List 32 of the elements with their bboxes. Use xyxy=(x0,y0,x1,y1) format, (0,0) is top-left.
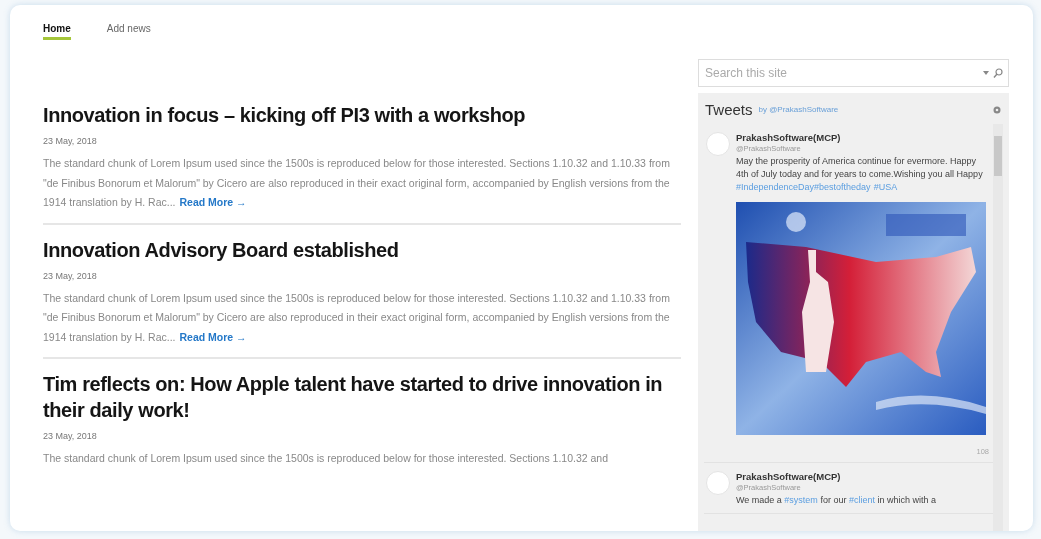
search-icon[interactable] xyxy=(993,68,1003,78)
avatar[interactable] xyxy=(706,471,730,495)
search-field[interactable]: Search this site xyxy=(698,59,1009,87)
tweet-author[interactable]: PrakashSoftware(MCP) xyxy=(736,132,989,143)
read-more-link[interactable]: Read More → xyxy=(179,196,247,208)
article-date: 23 May, 2018 xyxy=(43,431,98,441)
nav-tab[interactable]: Home xyxy=(43,23,71,40)
nav-tab[interactable]: Add news xyxy=(106,23,151,40)
hashtag-link[interactable]: #bestoftheday xyxy=(814,182,871,192)
hashtag-link[interactable]: #USA xyxy=(870,182,898,192)
tweet-text: May the prosperity of America continue for evermore. Happy 4th of July today and for years to come.Wishing you all Happy #IndependenceDay#bestoftheday #USA xyxy=(736,155,984,194)
article-title[interactable]: Innovation in focus – kicking off PI3 with a workshop xyxy=(43,102,681,128)
avatar[interactable] xyxy=(706,132,730,156)
scrollbar[interactable] xyxy=(993,124,1003,531)
tweet-author[interactable]: PrakashSoftware(MCP) xyxy=(736,471,989,482)
hashtag-link[interactable]: #system xyxy=(784,495,818,505)
article-title[interactable]: Tim reflects on: How Apple talent have started to drive innovation in their daily work! xyxy=(43,371,681,423)
settings-icon[interactable] xyxy=(993,105,1001,114)
tweets-title: Tweets xyxy=(705,101,753,118)
scroll-thumb[interactable] xyxy=(994,136,1002,176)
article-excerpt: The standard chunk of Lorem Ipsum used since the 1500s is reproduced below for those interested. Sections 1.10.32 and xyxy=(43,451,609,466)
article-title[interactable]: Innovation Advisory Board established xyxy=(43,236,681,263)
hashtag-link[interactable]: #IndependenceDay xyxy=(736,182,815,192)
article-date: 23 May, 2018 xyxy=(43,270,98,281)
read-more-link[interactable]: Read More → xyxy=(179,330,247,343)
tweets-author[interactable]: by @PrakashSoftware xyxy=(758,105,987,114)
tweet-text: We made a #system for our #client in which with a xyxy=(736,494,937,507)
article-date: 23 May, 2018 xyxy=(43,136,98,146)
caret-icon xyxy=(983,71,989,75)
article-excerpt: The standard chunk of Lorem Ipsum used since the 1500s is reproduced below for those interested. Sections 1.10.32 and 1.10.33 from "de Finibus Bonorum et Malorum" by Cicero are also reproduced in their exact original form, accompanied by English versions from the 1914 translation by H. Rac... Read More → xyxy=(43,156,671,210)
hashtag-link[interactable]: #client xyxy=(848,495,875,505)
article-excerpt: The standard chunk of Lorem Ipsum used since the 1500s is reproduced below for those interested. Sections 1.10.32 and 1.10.33 from "de Finibus Bonorum et Malorum" by Cicero are also reproduced in their exact original form, accompanied by English versions from the 1914 translation by H. Rac... Read More → xyxy=(43,290,671,345)
